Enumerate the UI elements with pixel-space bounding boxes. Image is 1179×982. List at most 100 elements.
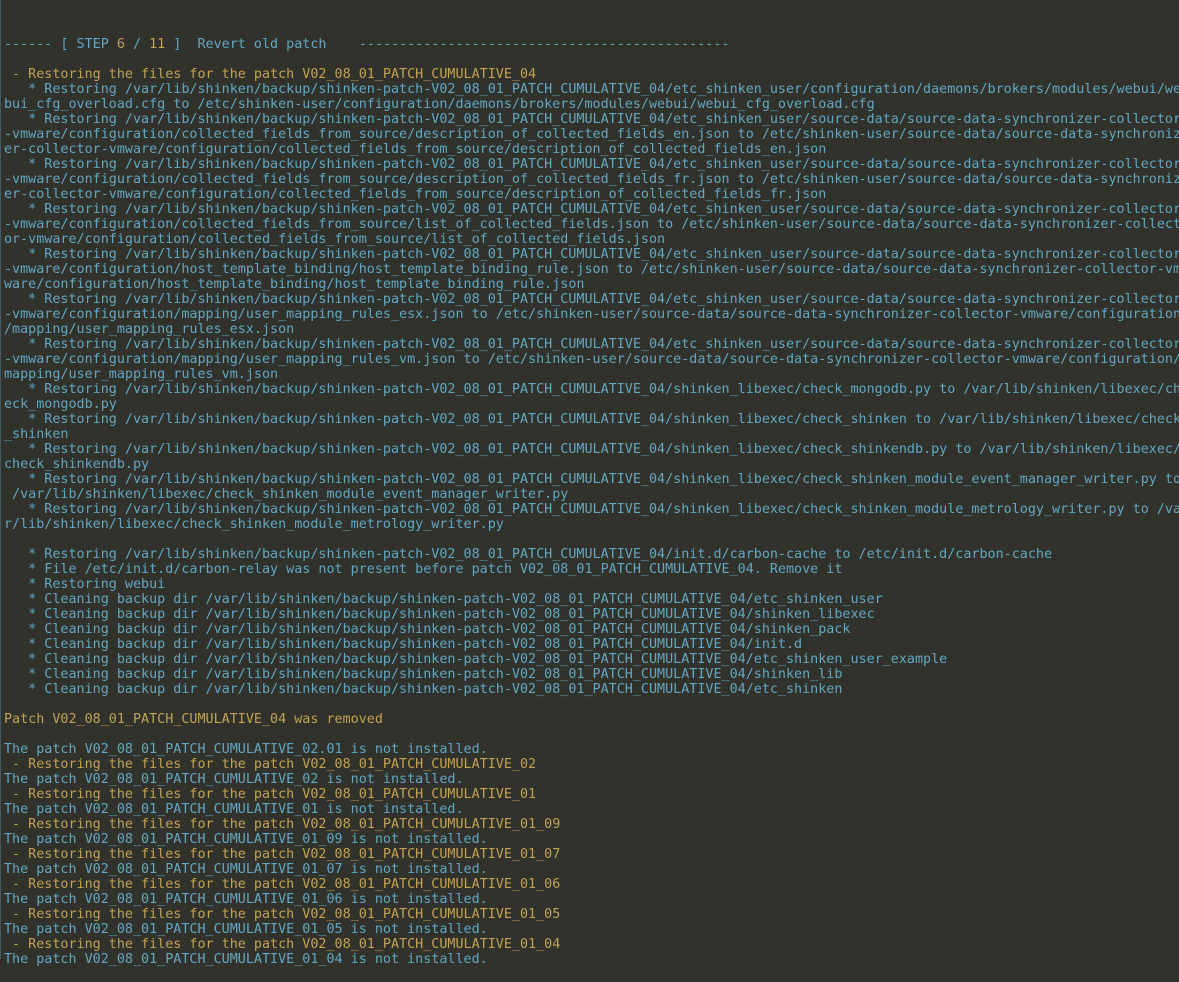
terminal-line [4,727,1179,742]
terminal-text-segment: * Restoring /var/lib/shinken/backup/shin… [4,337,1179,352]
terminal-text-segment: The patch V02_08_01_PATCH_CUMULATIVE_01 … [4,802,464,817]
terminal-line: mapping/user_mapping_rules_vm.json [4,367,1179,382]
terminal-line: ware/configuration/host_template_binding… [4,277,1179,292]
terminal-text-segment: ware/configuration/host_template_binding… [4,277,584,292]
terminal-text-segment: 6 [117,37,125,52]
terminal-line: * Restoring webui [4,577,1179,592]
terminal-text-segment: or-vmware/configuration/collected_fields… [4,232,665,247]
terminal-text-segment: * Restoring webui [4,577,165,592]
terminal-line: - Restoring the files for the patch V02_… [4,757,1179,772]
terminal-line: * Restoring /var/lib/shinken/backup/shin… [4,247,1179,262]
terminal-line: * Restoring /var/lib/shinken/backup/shin… [4,157,1179,172]
terminal-text-segment: -vmware/configuration/mapping/user_mappi… [4,352,1179,367]
terminal-line: -vmware/configuration/mapping/user_mappi… [4,352,1179,367]
terminal-text-segment: mapping/user_mapping_rules_vm.json [4,367,278,382]
terminal-text-segment: - Restoring the files for the patch V02_… [4,847,560,862]
terminal-line [4,532,1179,547]
terminal-line: _shinken [4,427,1179,442]
terminal-text-segment: The patch V02_08_01_PATCH_CUMULATIVE_02 … [4,772,464,787]
terminal-text-segment: The patch V02_08_01_PATCH_CUMULATIVE_01_… [4,892,488,907]
terminal-text-segment: er-collector-vmware/configuration/collec… [4,187,826,202]
terminal-text-segment: * Restoring /var/lib/shinken/backup/shin… [4,112,1179,127]
terminal-text-segment: -vmware/configuration/collected_fields_f… [4,127,1179,142]
terminal-line: * Cleaning backup dir /var/lib/shinken/b… [4,637,1179,652]
terminal-text-segment: -vmware/configuration/mapping/user_mappi… [4,307,1179,322]
terminal-text-segment: * File /etc/init.d/carbon-relay was not … [4,562,842,577]
terminal-line: * Cleaning backup dir /var/lib/shinken/b… [4,682,1179,697]
terminal-text-segment: * Restoring /var/lib/shinken/backup/shin… [4,412,1179,427]
terminal-text-segment: * Cleaning backup dir /var/lib/shinken/b… [4,592,883,607]
terminal-line: * Restoring /var/lib/shinken/backup/shin… [4,382,1179,397]
terminal-line: * Restoring /var/lib/shinken/backup/shin… [4,412,1179,427]
terminal-text-segment: - Restoring the files for the patch V02_… [4,877,560,892]
terminal-text-segment: * Cleaning backup dir /var/lib/shinken/b… [4,667,842,682]
terminal-line: - Restoring the files for the patch V02_… [4,787,1179,802]
terminal-line: * Restoring /var/lib/shinken/backup/shin… [4,202,1179,217]
terminal-line: -vmware/configuration/collected_fields_f… [4,217,1179,232]
terminal-window: ------ [ STEP 6 / 11 ] Revert old patch … [1,0,1179,959]
terminal-text-segment: * Restoring /var/lib/shinken/backup/shin… [4,247,1179,262]
terminal-line: * Restoring /var/lib/shinken/backup/shin… [4,442,1179,457]
terminal-text-segment: /mapping/user_mapping_rules_esx.json [4,322,294,337]
terminal-line: * Restoring /var/lib/shinken/backup/shin… [4,547,1179,562]
terminal-line: The patch V02_08_01_PATCH_CUMULATIVE_01_… [4,832,1179,847]
terminal-line: - Restoring the files for the patch V02_… [4,67,1179,82]
terminal-line: The patch V02_08_01_PATCH_CUMULATIVE_01_… [4,922,1179,937]
terminal-line: * Restoring /var/lib/shinken/backup/shin… [4,502,1179,517]
terminal-line: -vmware/configuration/mapping/user_mappi… [4,307,1179,322]
terminal-text-segment: eck_mongodb.py [4,397,117,412]
terminal-line: The patch V02_08_01_PATCH_CUMULATIVE_01_… [4,892,1179,907]
terminal-line: ------ [ STEP 6 / 11 ] Revert old patch … [4,37,1179,52]
terminal-text-segment: * Restoring /var/lib/shinken/backup/shin… [4,82,1179,97]
terminal-output: ------ [ STEP 6 / 11 ] Revert old patch … [4,37,1179,967]
terminal-text-segment: ----------------------------------------… [359,37,730,52]
terminal-line: eck_mongodb.py [4,397,1179,412]
terminal-line: er-collector-vmware/configuration/collec… [4,187,1179,202]
terminal-line: * Cleaning backup dir /var/lib/shinken/b… [4,592,1179,607]
terminal-line [4,697,1179,712]
terminal-line: * Restoring /var/lib/shinken/backup/shin… [4,337,1179,352]
terminal-line: check_shinkendb.py [4,457,1179,472]
terminal-line: /mapping/user_mapping_rules_esx.json [4,322,1179,337]
terminal-line: The patch V02_08_01_PATCH_CUMULATIVE_01 … [4,802,1179,817]
terminal-line: - Restoring the files for the patch V02_… [4,937,1179,952]
terminal-line: or-vmware/configuration/collected_fields… [4,232,1179,247]
terminal-text-segment: ] Revert old patch [165,37,358,52]
terminal-text-segment: The patch V02_08_01_PATCH_CUMULATIVE_01_… [4,832,488,847]
terminal-line: - Restoring the files for the patch V02_… [4,877,1179,892]
terminal-text-segment: * Cleaning backup dir /var/lib/shinken/b… [4,652,947,667]
terminal-text-segment: * Cleaning backup dir /var/lib/shinken/b… [4,637,802,652]
terminal-text-segment: * Cleaning backup dir /var/lib/shinken/b… [4,622,851,637]
terminal-line: * Restoring /var/lib/shinken/backup/shin… [4,292,1179,307]
terminal-text-segment: - Restoring the files for the patch V02_… [4,817,560,832]
terminal-line: bui_cfg_overload.cfg to /etc/shinken-use… [4,97,1179,112]
terminal-text-segment: * Restoring /var/lib/shinken/backup/shin… [4,202,1179,217]
terminal-line: er-collector-vmware/configuration/collec… [4,142,1179,157]
terminal-line: * Restoring /var/lib/shinken/backup/shin… [4,472,1179,487]
terminal-line: * Restoring /var/lib/shinken/backup/shin… [4,112,1179,127]
terminal-text-segment: _shinken [4,427,69,442]
terminal-line: * Cleaning backup dir /var/lib/shinken/b… [4,667,1179,682]
terminal-line: The patch V02_08_01_PATCH_CUMULATIVE_02 … [4,772,1179,787]
terminal-text-segment: - Restoring the files for the patch V02_… [4,757,536,772]
terminal-line: - Restoring the files for the patch V02_… [4,847,1179,862]
terminal-text-segment: - Restoring the files for the patch V02_… [4,907,560,922]
terminal-text-segment: The patch V02_08_01_PATCH_CUMULATIVE_02.… [4,742,488,757]
terminal-text-segment: * Restoring /var/lib/shinken/backup/shin… [4,382,1179,397]
terminal-text-segment: The patch V02_08_01_PATCH_CUMULATIVE_01_… [4,922,488,937]
terminal-text-segment: -vmware/configuration/collected_fields_f… [4,172,1179,187]
terminal-line: - Restoring the files for the patch V02_… [4,817,1179,832]
terminal-line: Patch V02_08_01_PATCH_CUMULATIVE_04 was … [4,712,1179,727]
terminal-text-segment: -vmware/configuration/collected_fields_f… [4,217,1179,232]
terminal-text-segment: ------ [ STEP [4,37,117,52]
terminal-text-segment: check_shinkendb.py [4,457,149,472]
terminal-text-segment: * Restoring /var/lib/shinken/backup/shin… [4,502,1179,517]
terminal-line: * File /etc/init.d/carbon-relay was not … [4,562,1179,577]
terminal-text-segment: * Cleaning backup dir /var/lib/shinken/b… [4,607,875,622]
terminal-line: The patch V02_08_01_PATCH_CUMULATIVE_02.… [4,742,1179,757]
terminal-line: * Cleaning backup dir /var/lib/shinken/b… [4,652,1179,667]
terminal-line: - Restoring the files for the patch V02_… [4,907,1179,922]
terminal-line: The patch V02_08_01_PATCH_CUMULATIVE_01_… [4,952,1179,967]
terminal-text-segment: * Restoring /var/lib/shinken/backup/shin… [4,472,1179,487]
terminal-text-segment: * Restoring /var/lib/shinken/backup/shin… [4,442,1179,457]
